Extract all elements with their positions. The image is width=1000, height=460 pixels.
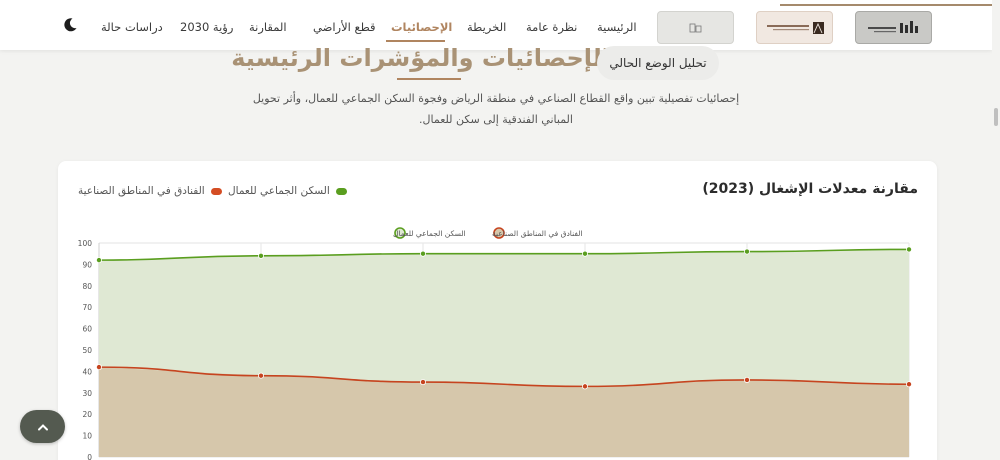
nav-item-map[interactable]: الخريطة bbox=[467, 20, 506, 34]
data-point bbox=[257, 252, 264, 259]
partner-logo-2-mark-icon bbox=[766, 21, 824, 34]
nav-item-comparison[interactable]: المقارنة bbox=[249, 20, 287, 34]
data-point bbox=[906, 381, 913, 388]
data-point bbox=[582, 250, 589, 257]
data-point bbox=[744, 248, 751, 255]
occupancy-chart: 1009080706050403020100السكن الجماعي للعم… bbox=[78, 227, 913, 460]
y-tick-label: 70 bbox=[82, 303, 92, 312]
data-point bbox=[257, 372, 264, 379]
page-scrollbar-track bbox=[992, 0, 1000, 460]
partner-logo-3-mark-icon bbox=[867, 20, 918, 33]
page-subtitle: إحصائيات تفصيلية تبين واقع القطاع الصناع… bbox=[236, 88, 756, 130]
chart-legend-label-1: الفنادق في المناطق الصناعية bbox=[492, 229, 583, 238]
top-navbar: دراسات حالة رؤية 2030 المقارنة قطع الأرا… bbox=[0, 0, 992, 50]
data-point bbox=[582, 383, 589, 390]
data-point bbox=[906, 246, 913, 253]
data-point bbox=[419, 379, 426, 386]
y-tick-label: 0 bbox=[87, 453, 92, 460]
card-legend-workers-housing[interactable]: السكن الجماعي للعمال bbox=[228, 185, 347, 197]
y-tick-label: 80 bbox=[82, 282, 92, 291]
nav-item-land-plots[interactable]: قطع الأراضي bbox=[313, 20, 376, 34]
y-tick-label: 60 bbox=[82, 325, 92, 334]
nav-item-overview[interactable]: نظرة عامة bbox=[526, 20, 577, 34]
page-scrollbar-thumb[interactable] bbox=[994, 108, 998, 126]
section-badge: تحليل الوضع الحالي bbox=[597, 46, 719, 80]
legend-label: السكن الجماعي للعمال bbox=[228, 185, 330, 197]
partner-logo-2[interactable] bbox=[756, 11, 833, 44]
partner-logo-1-mark-icon bbox=[689, 23, 701, 32]
data-point bbox=[96, 364, 103, 371]
data-point bbox=[96, 257, 103, 264]
legend-swatch-red bbox=[210, 187, 222, 195]
nav-active-underline bbox=[386, 40, 445, 42]
data-point bbox=[419, 250, 426, 257]
nav-item-case-studies[interactable]: دراسات حالة bbox=[101, 20, 163, 34]
data-point bbox=[744, 376, 751, 383]
card-legend-hotels[interactable]: الفنادق في المناطق الصناعية bbox=[78, 185, 222, 197]
y-tick-label: 40 bbox=[82, 367, 92, 376]
title-underline bbox=[397, 78, 461, 80]
partner-logo-1[interactable] bbox=[657, 11, 734, 44]
chart-legend-label-0: السكن الجماعي للعمال bbox=[393, 229, 466, 238]
y-tick-label: 10 bbox=[82, 432, 92, 441]
nav-item-statistics[interactable]: الإحصائيات bbox=[391, 20, 452, 34]
subtitle-line-1: إحصائيات تفصيلية تبين واقع القطاع الصناع… bbox=[252, 92, 740, 105]
legend-label: الفنادق في المناطق الصناعية bbox=[78, 185, 205, 197]
y-tick-label: 20 bbox=[82, 410, 92, 419]
legend-swatch-green bbox=[335, 187, 347, 195]
y-tick-label: 90 bbox=[82, 260, 92, 269]
back-to-top-button[interactable] bbox=[20, 410, 65, 443]
partner-logo-3[interactable] bbox=[855, 11, 932, 44]
chart-card-title: مقارنة معدلات الإشغال (2023) bbox=[702, 181, 918, 197]
chevron-up-icon bbox=[37, 423, 48, 430]
page-title: الإحصائيات والمؤشرات الرئيسية bbox=[231, 44, 610, 72]
y-tick-label: 100 bbox=[78, 239, 93, 248]
topbar-accent-line bbox=[780, 4, 992, 6]
subtitle-line-2: المباني الفندقية إلى سكن للعمال. bbox=[419, 113, 573, 126]
nav-item-home[interactable]: الرئيسية bbox=[597, 20, 637, 34]
nav-item-vision-2030[interactable]: رؤية 2030 bbox=[180, 20, 233, 34]
y-tick-label: 50 bbox=[82, 346, 92, 355]
moon-icon[interactable] bbox=[62, 17, 78, 33]
y-tick-label: 30 bbox=[82, 389, 92, 398]
